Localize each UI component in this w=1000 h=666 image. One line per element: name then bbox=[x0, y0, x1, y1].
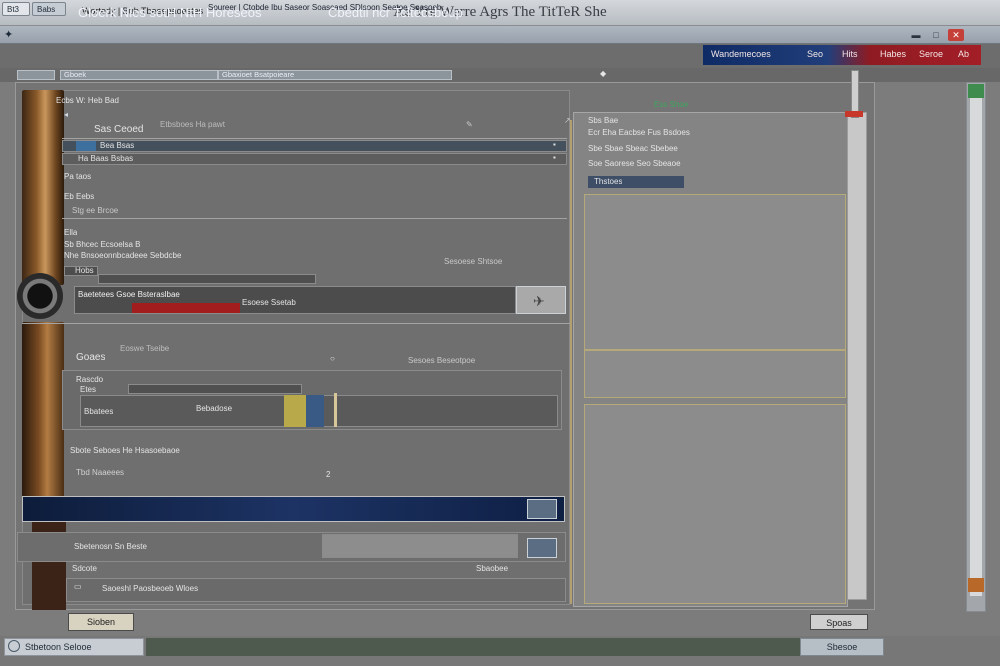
section2-title: Ella bbox=[64, 228, 78, 237]
sub-field-1[interactable]: Gboek bbox=[60, 70, 218, 80]
status-right[interactable]: Sbesoe bbox=[800, 638, 884, 656]
right-item-2[interactable]: Sbe Sbae Sbeac Sbebee bbox=[588, 144, 678, 153]
bar-marker bbox=[334, 393, 337, 427]
bottom-right-button[interactable]: Spoas bbox=[810, 614, 868, 630]
bottom-1: Sbetenosn Sn Beste bbox=[74, 542, 147, 551]
pencil-icon[interactable]: ✎ bbox=[466, 120, 473, 129]
tab-2[interactable]: Babs bbox=[32, 2, 66, 16]
red-row-left: Baetetees Gsoe Bsteraslbae bbox=[78, 290, 180, 299]
tab-1[interactable]: Bt3 bbox=[2, 2, 30, 16]
badge-label: Hobs bbox=[75, 266, 94, 275]
tab-2-label: Babs bbox=[37, 5, 56, 14]
logo-icon[interactable]: ✦ bbox=[4, 28, 18, 41]
info-icon[interactable]: ○ bbox=[330, 354, 335, 363]
right-section-2 bbox=[584, 350, 846, 398]
table-col: Etes bbox=[80, 385, 97, 394]
sub-field-2[interactable]: Gbaxioet Bsatpoieare bbox=[218, 70, 452, 80]
list-row-2[interactable] bbox=[62, 153, 567, 165]
section3-title: Goaes bbox=[76, 352, 106, 363]
sub-field-empty[interactable] bbox=[17, 70, 55, 80]
right-item-1[interactable]: Ecr Eha Eacbse Fus Bsdoes bbox=[588, 128, 690, 137]
window-scroll-thumb[interactable] bbox=[970, 98, 982, 596]
left-panel bbox=[22, 90, 570, 605]
list-item-1[interactable]: Bea Bsas bbox=[100, 141, 134, 150]
right-scrollbar[interactable] bbox=[847, 112, 867, 600]
banner[interactable] bbox=[22, 496, 565, 522]
row-icon bbox=[76, 141, 96, 151]
red-row-right: Esoese Ssetab bbox=[242, 298, 296, 307]
maximize-icon[interactable]: □ bbox=[928, 29, 944, 41]
divider bbox=[62, 138, 567, 139]
bar-blue bbox=[306, 395, 324, 427]
brand-item-4[interactable]: Habes bbox=[880, 49, 906, 59]
pin-icon[interactable]: ◆ bbox=[600, 69, 606, 78]
brand-item-3[interactable]: Hits bbox=[842, 49, 858, 59]
hair-image-2 bbox=[22, 322, 64, 497]
list-item-2[interactable]: Ha Baas Bsbas bbox=[78, 154, 133, 163]
scroll-down-icon[interactable] bbox=[968, 578, 984, 592]
section1-label: Sas Ceoed bbox=[94, 124, 144, 135]
section3-right: Sesoes Beseotpoe bbox=[408, 356, 476, 365]
brand-item-1[interactable]: Wandemecoes bbox=[711, 49, 771, 59]
right-selected[interactable]: Thstoes bbox=[594, 177, 622, 186]
minimize-icon[interactable]: ▬ bbox=[908, 29, 924, 41]
section2-right: Sesoese Shtsoe bbox=[444, 257, 503, 266]
banner-text-2: Cbedtii ncr Teltecsbeup bbox=[328, 5, 463, 20]
row-close-icon[interactable]: ▪ bbox=[553, 140, 556, 149]
bar-yellow bbox=[284, 395, 306, 427]
right-section-1 bbox=[584, 194, 846, 350]
red-progress bbox=[132, 303, 240, 313]
monitor-icon[interactable] bbox=[527, 499, 557, 519]
section3-aside: Eoswe Tseibe bbox=[120, 344, 170, 353]
bottom-3: Saoeshl Paosbeoeb Wloes bbox=[102, 584, 199, 593]
section1-aside: Etbsboes Ha pawt bbox=[160, 120, 225, 129]
dial-knob[interactable] bbox=[17, 273, 63, 319]
status-left[interactable]: Stbetoon Selooe bbox=[4, 638, 144, 656]
marker-icon: 2 bbox=[326, 470, 331, 479]
banner-text: Gloerk Nies sotH NtH Horeseos bbox=[78, 5, 262, 20]
right-section-3 bbox=[584, 404, 846, 604]
doc-icon[interactable]: ▭ bbox=[74, 582, 82, 591]
scroll-marker bbox=[845, 111, 863, 117]
brand-item-6[interactable]: Ab bbox=[958, 49, 969, 59]
tab-strip bbox=[0, 26, 1000, 44]
divider-2 bbox=[62, 218, 567, 219]
line-a: Eb Eebs bbox=[64, 192, 95, 201]
hair-image bbox=[22, 90, 64, 285]
bottom-2: Sdcote bbox=[72, 564, 97, 573]
table-row-2[interactable]: Bebadose bbox=[196, 404, 232, 413]
row-icon-2[interactable]: ▪ bbox=[553, 153, 556, 162]
arrow-icon[interactable]: ◂ bbox=[64, 110, 68, 119]
table-row-1[interactable]: Bbatees bbox=[84, 407, 113, 416]
line-d: Tbd Naaeees bbox=[76, 468, 125, 477]
divider-3 bbox=[22, 323, 570, 324]
line-c: Sbote Seboes He Hsasoebaoe bbox=[70, 446, 180, 455]
tab-1-label: Bt3 bbox=[7, 5, 20, 14]
table-header-bar bbox=[128, 384, 302, 394]
status-icon bbox=[8, 640, 20, 652]
brand-item-2[interactable]: Seo bbox=[807, 49, 823, 59]
brand-item-5[interactable]: Seroe bbox=[919, 49, 943, 59]
action-button[interactable]: Sioben bbox=[68, 613, 134, 631]
table-title: Rascdo bbox=[76, 375, 104, 384]
list-row-1[interactable] bbox=[62, 140, 567, 152]
right-header: Sbs Bae bbox=[588, 116, 619, 125]
input-bar[interactable] bbox=[98, 274, 316, 284]
left-header: Ecbs W: Heb Bad bbox=[56, 96, 119, 105]
badge: Hobs bbox=[64, 266, 98, 276]
status-progress bbox=[146, 638, 800, 656]
line-b: Stg ee Brcoe bbox=[72, 206, 119, 215]
bottom-input[interactable] bbox=[322, 534, 518, 558]
right-mini-header: Ess Shoe bbox=[654, 100, 689, 109]
folder-icon[interactable] bbox=[527, 538, 557, 558]
bottom-2-right: Sbaobee bbox=[476, 564, 509, 573]
close-icon[interactable]: ✕ bbox=[948, 29, 964, 41]
panel-divider bbox=[570, 120, 572, 604]
section2-line2: Nhe Bnsoeonnbcadeee Sebdcbe bbox=[64, 251, 182, 260]
right-item-3[interactable]: Soe Saorese Seo Sbeaoe bbox=[588, 159, 681, 168]
scroll-up-icon[interactable] bbox=[968, 84, 984, 98]
sub-label: Pa taos bbox=[64, 172, 92, 181]
plane-icon[interactable]: ✈ bbox=[516, 286, 566, 314]
section2-line: Sb Bhcec Ecsoelsa B bbox=[64, 240, 141, 249]
